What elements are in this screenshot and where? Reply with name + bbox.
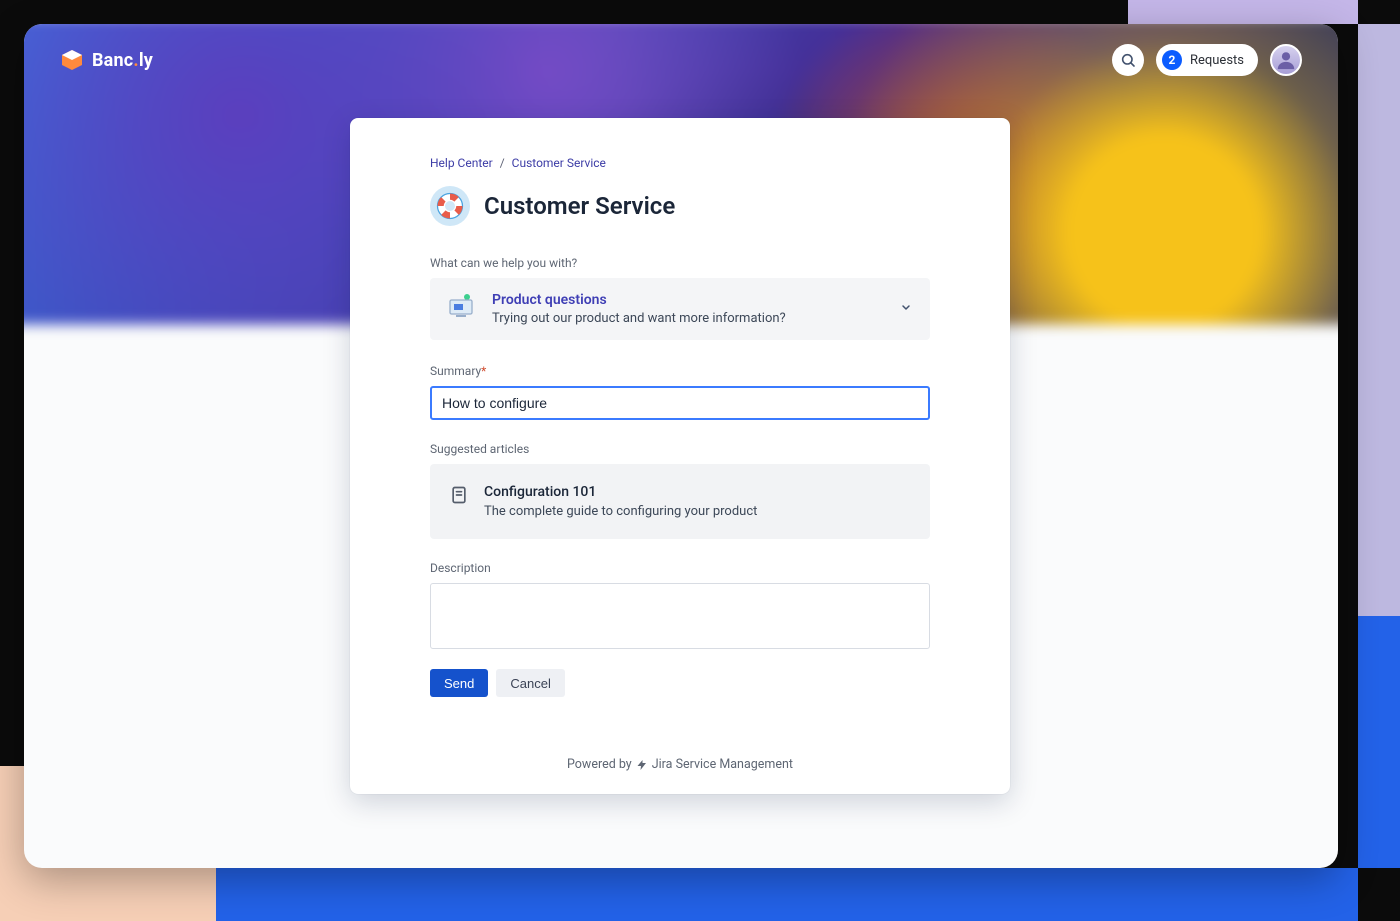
requests-button[interactable]: 2 Requests [1156, 44, 1258, 76]
bolt-icon [636, 758, 648, 772]
lifebuoy-icon [430, 186, 470, 226]
request-type-text: Product questions Trying out our product… [492, 292, 786, 326]
suggested-article-text: Configuration 101 The complete guide to … [484, 484, 757, 519]
request-type-subtitle: Trying out our product and want more inf… [492, 311, 786, 326]
description-label: Description [430, 561, 930, 575]
suggested-article-title: Configuration 101 [484, 484, 757, 500]
suggested-label: Suggested articles [430, 442, 930, 456]
avatar-icon [1275, 49, 1297, 71]
request-type-title: Product questions [492, 292, 786, 308]
article-icon [448, 484, 470, 506]
form-actions: Send Cancel [430, 669, 930, 697]
footer-prefix: Powered by [567, 757, 632, 772]
requests-count-badge: 2 [1162, 50, 1182, 70]
breadcrumb-separator: / [496, 156, 509, 170]
breadcrumb: Help Center / Customer Service [430, 156, 930, 170]
brand-logo[interactable]: Banc.ly [60, 48, 153, 72]
header-actions: 2 Requests [1112, 44, 1302, 76]
search-icon [1120, 52, 1136, 68]
summary-input[interactable] [430, 386, 930, 420]
requests-label: Requests [1190, 53, 1244, 68]
search-button[interactable] [1112, 44, 1144, 76]
request-type-select[interactable]: Product questions Trying out our product… [430, 278, 930, 340]
request-card: Help Center / Customer Service Customer … [350, 118, 1010, 794]
page-title: Customer Service [484, 192, 675, 220]
decor-right [1358, 24, 1400, 616]
cancel-button[interactable]: Cancel [496, 669, 564, 697]
footer-product: Jira Service Management [652, 757, 793, 772]
send-button[interactable]: Send [430, 669, 488, 697]
summary-label: Summary* [430, 364, 930, 378]
breadcrumb-current-link[interactable]: Customer Service [512, 156, 606, 170]
brand-mark-icon [60, 48, 84, 72]
description-textarea[interactable] [430, 583, 930, 649]
suggested-article[interactable]: Configuration 101 The complete guide to … [430, 464, 930, 539]
header-bar: Banc.ly 2 Requests [24, 24, 1338, 96]
powered-by-footer: Powered by Jira Service Management [430, 757, 930, 772]
page-title-row: Customer Service [430, 186, 930, 226]
brand-text: Banc.ly [92, 50, 153, 71]
chevron-down-icon [900, 302, 912, 317]
app-window: Banc.ly 2 Requests Help Center / [24, 24, 1338, 868]
profile-avatar[interactable] [1270, 44, 1302, 76]
decor-right-blue [1358, 616, 1400, 868]
suggested-article-subtitle: The complete guide to configuring your p… [484, 504, 757, 519]
decor-top-right [1128, 0, 1358, 24]
help-prompt-label: What can we help you with? [430, 256, 930, 270]
breadcrumb-root-link[interactable]: Help Center [430, 156, 493, 170]
monitor-icon [446, 292, 478, 324]
decor-bottom-blue [216, 868, 1358, 921]
